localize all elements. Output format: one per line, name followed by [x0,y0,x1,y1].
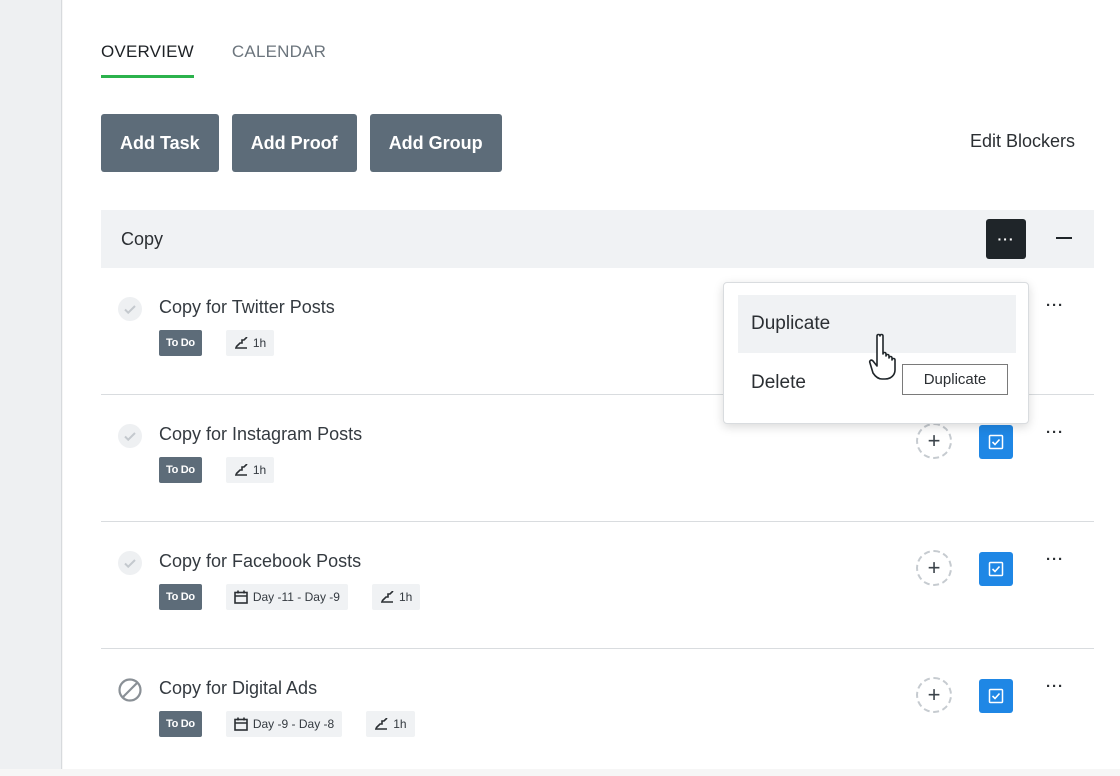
task-row: Copy for Digital Ads To Do Day -9 - Day … [101,649,1094,776]
task-more-button[interactable]: ··· [1046,297,1064,314]
tab-overview[interactable]: OVERVIEW [101,42,194,78]
duration-label: 1h [393,717,407,731]
task-title[interactable]: Copy for Twitter Posts [159,297,335,318]
date-range-chip: Day -9 - Day -8 [225,711,343,737]
add-task-button[interactable]: Add Task [101,114,219,172]
date-range-label: Day -11 - Day -9 [252,590,340,604]
duration-chip: 1h [371,584,421,610]
add-assignee-button[interactable]: + [916,423,952,459]
duration-chip: 1h [225,330,275,356]
left-rail [0,0,62,769]
edit-blockers-link[interactable]: Edit Blockers [970,131,1075,152]
duration-icon [234,337,248,349]
calendar-icon [234,590,248,604]
add-assignee-button[interactable]: + [916,550,952,586]
toolbar: Add Task Add Proof Add Group [101,114,502,172]
collapse-icon[interactable] [1056,237,1072,239]
calendar-icon [234,717,248,731]
task-meta: To Do Day -11 - Day -9 1h [159,584,421,610]
group-header: Copy ··· [101,210,1094,268]
task-more-button[interactable]: ··· [1046,424,1064,441]
task-title[interactable]: Copy for Digital Ads [159,678,317,699]
add-proof-button[interactable]: Add Proof [231,114,357,172]
duration-chip: 1h [366,711,415,737]
status-badge[interactable]: To Do [159,711,202,737]
task-more-button[interactable]: ··· [1046,551,1064,568]
group-more-button[interactable]: ··· [986,219,1026,259]
task-meta: To Do 1h [159,457,275,483]
status-badge[interactable]: To Do [159,584,202,610]
add-assignee-button[interactable]: + [916,677,952,713]
check-icon[interactable] [117,296,143,322]
group-title: Copy [121,228,164,249]
task-title[interactable]: Copy for Facebook Posts [159,551,361,572]
task-title[interactable]: Copy for Instagram Posts [159,424,362,445]
checklist-icon[interactable] [979,679,1013,713]
duration-icon [375,718,388,730]
task-more-button[interactable]: ··· [1046,678,1064,695]
check-icon[interactable] [117,423,143,449]
checklist-icon[interactable] [979,425,1013,459]
duration-chip: 1h [225,457,275,483]
status-badge[interactable]: To Do [159,330,202,356]
duration-icon [234,464,248,476]
tooltip: Duplicate [902,364,1008,395]
tab-calendar[interactable]: CALENDAR [232,42,326,78]
task-meta: To Do 1h [159,330,275,356]
view-tabs: OVERVIEW CALENDAR [101,42,326,78]
duration-label: 1h [252,336,267,350]
duration-icon [380,591,394,603]
duration-label: 1h [252,463,267,477]
checklist-icon[interactable] [979,552,1013,586]
date-range-chip: Day -11 - Day -9 [225,584,348,610]
status-badge[interactable]: To Do [159,457,202,483]
date-range-label: Day -9 - Day -8 [252,717,335,731]
hand-cursor-icon [868,333,896,380]
blocked-icon[interactable] [117,677,143,703]
duration-label: 1h [398,590,413,604]
check-icon[interactable] [117,550,143,576]
task-meta: To Do Day -9 - Day -8 1h [159,711,415,737]
task-row: Copy for Facebook Posts To Do Day -11 - … [101,522,1094,649]
add-group-button[interactable]: Add Group [369,114,502,172]
